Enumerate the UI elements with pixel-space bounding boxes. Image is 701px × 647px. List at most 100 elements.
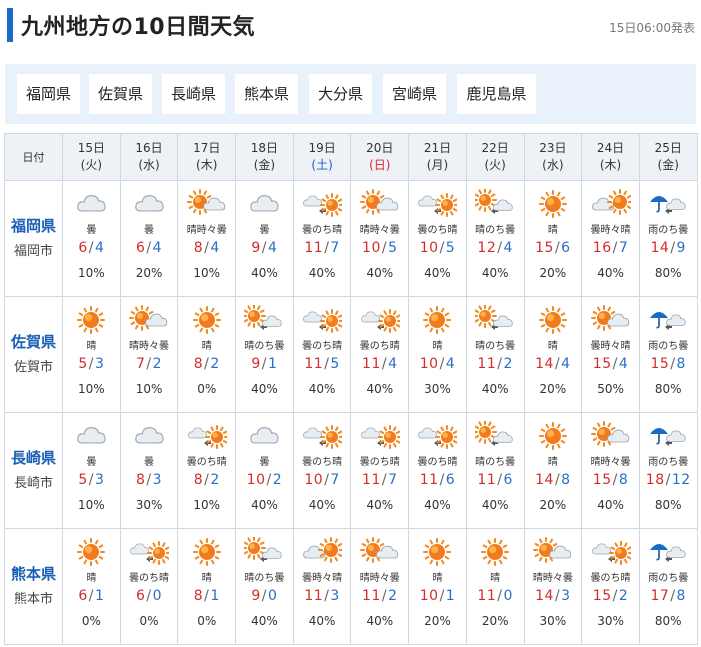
precip-chance: 0% xyxy=(197,614,217,628)
city-name: 熊本市 xyxy=(13,592,53,607)
forecast-cell: 晴 6/1 0% xyxy=(62,528,121,645)
precip-chance: 10% xyxy=(78,498,105,512)
forecast-table: 日付 15日 (火) 16日 (水) 17日 (木) 18日 (金) 19日 (土) 20日 (日) 21… xyxy=(4,133,698,645)
date-day: 20日 xyxy=(366,141,394,155)
cloudy-icon xyxy=(250,427,279,444)
weather-text: 晴 xyxy=(432,341,443,352)
temp-high: 14 xyxy=(535,472,554,488)
weather-text: 晴 xyxy=(547,225,558,236)
forecast-cell: 晴のち曇 9/0 40% xyxy=(235,528,294,645)
weather-text: 曇のち晴 xyxy=(417,457,458,468)
precip-chance: 40% xyxy=(251,266,278,280)
precip-chance: 40% xyxy=(481,382,509,396)
cloud-then-sun-icon xyxy=(360,425,400,449)
pref-link-nagasaki[interactable]: 長崎県 xyxy=(162,74,225,114)
precip-chance: 40% xyxy=(481,266,509,280)
precip-chance: 30% xyxy=(424,382,451,396)
temp-low: 2 xyxy=(618,588,629,604)
date-day: 17日 xyxy=(193,141,221,155)
temp-high: 11 xyxy=(304,240,324,256)
weather-text: 晴のち曇 xyxy=(244,341,285,352)
pref-name-link[interactable]: 長崎県 xyxy=(5,447,62,468)
temp-separator: / xyxy=(670,588,676,604)
precip-chance: 40% xyxy=(366,498,394,512)
weather-text: 曇時々晴 xyxy=(590,341,631,352)
forecast-cell: 曇 9/4 40% xyxy=(235,180,294,297)
date-header-cell: 15日 (火) xyxy=(62,133,121,181)
forecast-cell: 雨のち曇 18/12 80% xyxy=(638,412,698,529)
forecast-row: 福岡県 福岡市曇 6/4 10% 曇 6/4 20% 晴時々曇 8/4 10% 曇 9/4 40% 曇のち… xyxy=(4,180,698,297)
precip-chance: 10% xyxy=(78,266,105,280)
sunny-icon xyxy=(77,306,106,334)
temp-separator: / xyxy=(612,588,618,604)
weather-text: 曇のち晴 xyxy=(302,225,343,236)
cloud-then-sun-icon xyxy=(418,425,458,449)
date-dow: (水) xyxy=(138,158,160,172)
temperature: 12/4 xyxy=(467,240,524,256)
temp-separator: / xyxy=(88,588,94,604)
precip-chance: 80% xyxy=(654,382,682,396)
temperature: 7/2 xyxy=(121,356,178,372)
cloud-then-sun-icon xyxy=(187,425,227,449)
temp-low: 2 xyxy=(272,472,283,488)
temp-low: 4 xyxy=(618,356,629,372)
rain-then-cloud-icon xyxy=(650,196,686,214)
rain-then-cloud-icon xyxy=(650,428,686,446)
temperature: 11/3 xyxy=(294,588,351,604)
temperature: 17/8 xyxy=(640,588,697,604)
precip-chance: 40% xyxy=(597,498,624,512)
temp-separator: / xyxy=(439,356,445,372)
sunny-icon xyxy=(192,538,221,566)
temperature: 11/6 xyxy=(467,472,524,488)
sunny-icon xyxy=(77,538,106,566)
pref-name-link[interactable]: 佐賀県 xyxy=(5,331,62,352)
temp-high: 8 xyxy=(136,472,146,488)
precip-chance: 0% xyxy=(197,382,217,396)
page-title: 九州地方の10日間天気 xyxy=(21,15,256,40)
temp-separator: / xyxy=(324,240,330,256)
date-day: 22日 xyxy=(481,141,509,155)
city-name: 長崎市 xyxy=(13,476,53,491)
temperature: 5/3 xyxy=(63,472,120,488)
sun-cloud-icon xyxy=(590,421,629,447)
temp-low: 9 xyxy=(676,240,686,256)
pref-link-kagoshima[interactable]: 鹿児島県 xyxy=(457,74,536,114)
temp-low: 0 xyxy=(503,588,513,604)
pref-name-link[interactable]: 熊本県 xyxy=(5,563,62,584)
pref-link-kumamoto[interactable]: 熊本県 xyxy=(235,74,298,114)
cloudy-icon xyxy=(77,195,106,212)
precip-chance: 40% xyxy=(308,498,336,512)
temp-separator: / xyxy=(88,356,94,372)
weather-text: 曇のち晴 xyxy=(302,457,343,468)
temp-low: 6 xyxy=(561,240,571,256)
sunny-icon xyxy=(481,538,510,566)
precip-chance: 40% xyxy=(308,266,336,280)
temperature: 8/4 xyxy=(178,240,235,256)
pref-link-miyazaki[interactable]: 宮崎県 xyxy=(383,74,446,114)
location-cell: 長崎県 長崎市 xyxy=(4,412,63,529)
temp-separator: / xyxy=(439,240,445,256)
temperature: 11/7 xyxy=(351,472,408,488)
weather-text: 曇 xyxy=(144,457,155,468)
temp-high: 11 xyxy=(362,472,381,488)
sunny-icon xyxy=(538,306,567,334)
forecast-cell: 晴時々曇 8/4 10% xyxy=(177,180,237,297)
temp-low: 5 xyxy=(445,240,456,256)
pref-link-fukuoka[interactable]: 福岡県 xyxy=(17,74,80,114)
temp-high: 15 xyxy=(592,472,612,488)
pref-link-saga[interactable]: 佐賀県 xyxy=(89,74,152,114)
weather-text: 晴時々曇 xyxy=(532,573,573,584)
weather-text: 晴 xyxy=(547,457,558,468)
pref-name-link[interactable]: 福岡県 xyxy=(5,215,62,236)
temp-separator: / xyxy=(324,472,330,488)
cloud-then-sun-icon xyxy=(591,541,631,565)
pref-link-oita[interactable]: 大分県 xyxy=(309,74,372,114)
temperature: 15/8 xyxy=(582,472,639,488)
sun-then-cloud-icon xyxy=(244,537,283,562)
temp-separator: / xyxy=(261,240,268,256)
date-day: 23日 xyxy=(539,141,567,155)
temp-separator: / xyxy=(670,356,676,372)
temp-separator: / xyxy=(146,240,152,256)
weather-text: 曇時々晴 xyxy=(302,573,343,584)
weather-text: 晴のち曇 xyxy=(244,573,285,584)
